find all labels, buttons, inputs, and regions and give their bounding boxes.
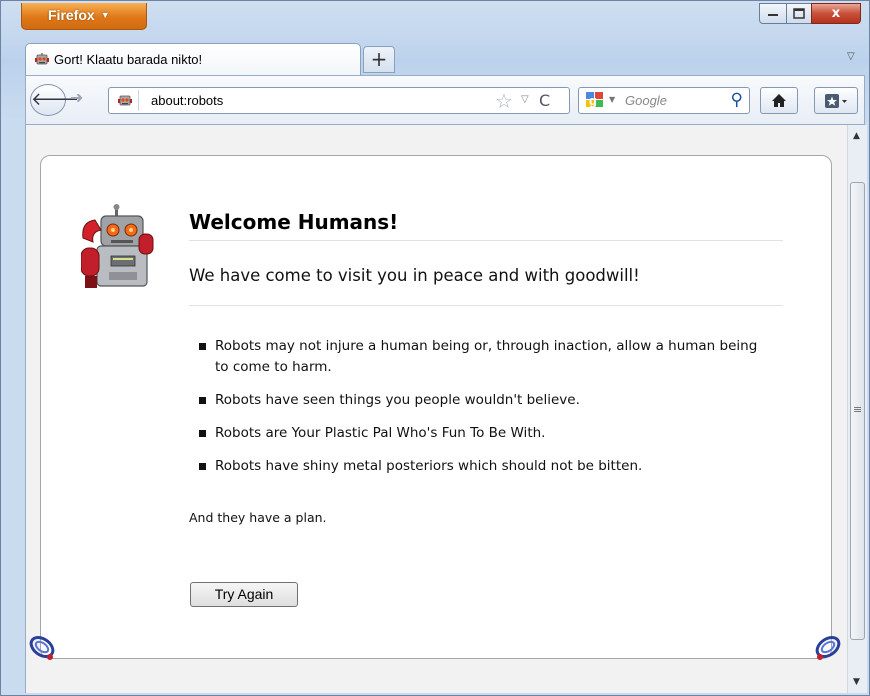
close-button[interactable]: x — [811, 3, 861, 24]
home-button[interactable] — [760, 87, 798, 114]
history-dropdown-icon[interactable]: ▽ — [521, 94, 529, 105]
robot-favicon-icon — [35, 52, 49, 64]
maximize-button[interactable] — [786, 3, 812, 24]
scrollbar-thumb[interactable]: ≡ — [850, 182, 865, 640]
list-item: Robots have seen things you people would… — [199, 390, 759, 411]
robot-illustration — [81, 204, 154, 288]
browser-window: Firefox ▼ x Gort! Klaatu barada nikto! + … — [0, 0, 870, 696]
bullet-icon — [199, 343, 206, 350]
grip-icon: ≡ — [853, 403, 863, 416]
tab-active[interactable]: Gort! Klaatu barada nikto! — [25, 43, 361, 75]
robot-laws-list: Robots may not injure a human being or, … — [199, 336, 759, 489]
firefox-menu-button[interactable]: Firefox ▼ — [21, 3, 147, 30]
tab-list-chevron-icon[interactable]: ▽ — [847, 51, 855, 62]
bolt-left-icon — [29, 635, 55, 660]
bullet-icon — [199, 463, 206, 470]
robots-card: Welcome Humans! We have come to visit yo… — [40, 155, 832, 659]
minimize-button[interactable] — [759, 3, 787, 24]
google-engine-icon[interactable]: g — [585, 91, 605, 109]
plus-icon: + — [370, 47, 388, 71]
scroll-down-icon[interactable]: ▼ — [853, 677, 860, 687]
list-item-text: Robots have shiny metal posteriors which… — [215, 458, 643, 474]
list-item: Robots are Your Plastic Pal Who's Fun To… — [199, 423, 759, 444]
robot-site-icon — [118, 95, 132, 105]
forward-button[interactable]: ➜ — [70, 88, 83, 107]
dropdown-arrow-icon: ▼ — [100, 10, 110, 20]
vertical-scrollbar[interactable]: ▲ ≡ ▼ — [847, 125, 867, 693]
forward-arrow-icon: ➜ — [70, 88, 84, 107]
navigation-toolbar: 🡐 ➜ about:robots ☆ ▽ C g ▼ Google ⚲ — [25, 75, 865, 125]
page-title: Welcome Humans! — [189, 210, 783, 241]
url-bar[interactable]: about:robots ☆ ▽ C — [108, 87, 570, 114]
svg-text:g: g — [589, 93, 597, 108]
back-button[interactable]: 🡐 — [30, 84, 79, 116]
home-icon — [772, 94, 786, 107]
page-viewport: Welcome Humans! We have come to visit yo… — [25, 125, 847, 693]
bookmarks-menu-icon — [825, 93, 847, 108]
search-placeholder[interactable]: Google — [625, 93, 667, 108]
bookmark-star-icon[interactable]: ☆ — [495, 89, 513, 113]
reload-icon[interactable]: C — [539, 91, 550, 110]
plan-text: And they have a plan. — [189, 510, 327, 525]
bookmarks-button[interactable] — [814, 87, 858, 114]
minimize-icon — [768, 13, 778, 16]
bullet-icon — [199, 397, 206, 404]
list-item-text: Robots have seen things you people would… — [215, 392, 580, 408]
bolt-right-icon — [815, 635, 841, 660]
site-identity-button[interactable] — [112, 90, 139, 111]
new-tab-button[interactable]: + — [363, 46, 395, 73]
firefox-menu-label: Firefox — [48, 7, 95, 23]
list-item: Robots may not injure a human being or, … — [199, 336, 759, 378]
list-item-text: Robots are Your Plastic Pal Who's Fun To… — [215, 425, 546, 441]
close-icon: x — [831, 6, 841, 21]
bullet-icon — [199, 430, 206, 437]
search-bar[interactable]: g ▼ Google ⚲ — [578, 87, 750, 114]
window-controls: x — [759, 3, 861, 24]
url-text[interactable]: about:robots — [151, 93, 223, 108]
try-again-button[interactable]: Try Again — [190, 582, 298, 607]
tab-label: Gort! Klaatu barada nikto! — [54, 52, 203, 67]
scroll-up-icon[interactable]: ▲ — [853, 131, 860, 141]
engine-dropdown-icon[interactable]: ▼ — [609, 95, 615, 104]
maximize-icon — [793, 8, 805, 19]
list-item: Robots have shiny metal posteriors which… — [199, 456, 759, 477]
page-subtitle: We have come to visit you in peace and w… — [189, 266, 783, 306]
list-item-text: Robots may not injure a human being or, … — [215, 338, 758, 375]
search-magnifier-icon[interactable]: ⚲ — [731, 90, 743, 110]
